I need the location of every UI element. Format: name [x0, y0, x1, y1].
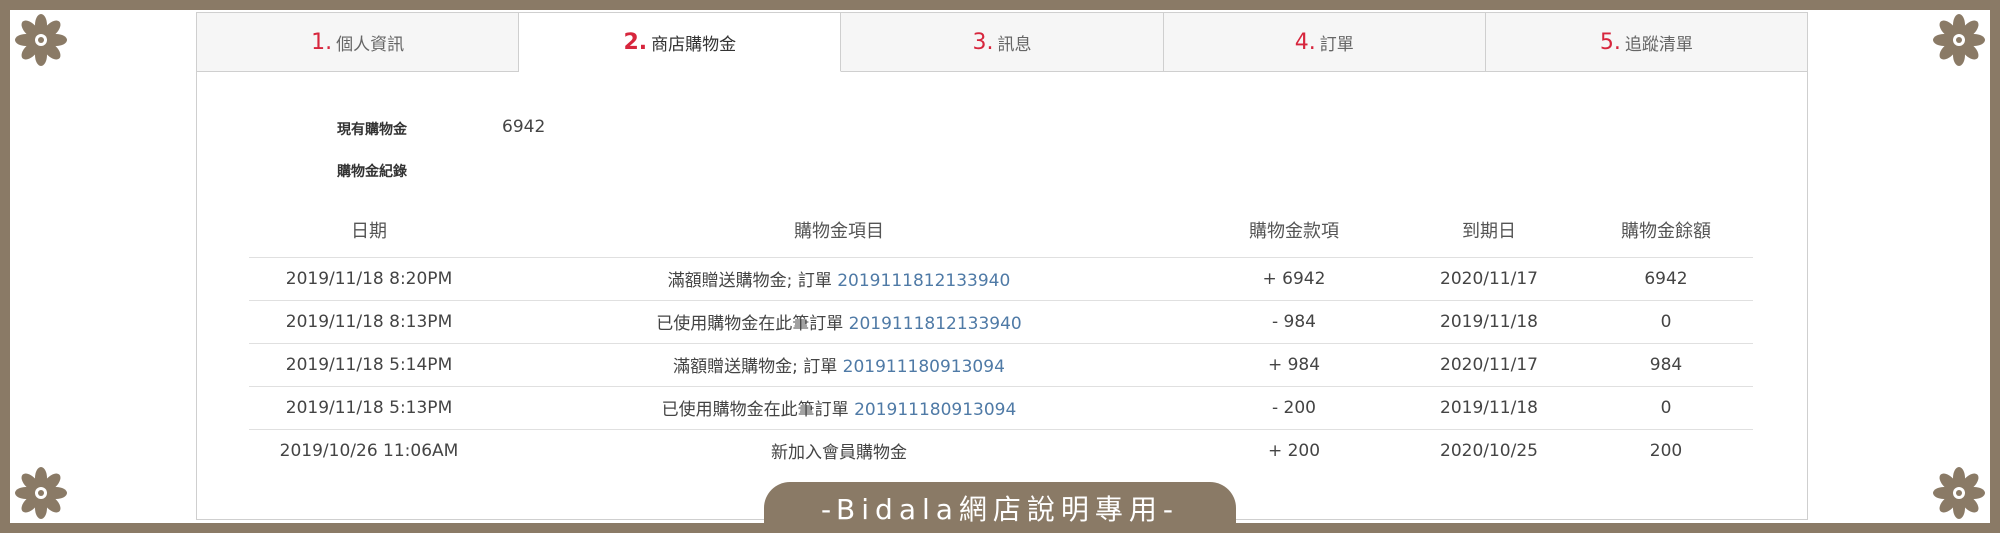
table-header-row: 日期 購物金項目 購物金款項 到期日 購物金餘額 — [249, 203, 1753, 257]
table-row: 2019/11/18 5:13PM 已使用購物金在此筆訂單 2019111809… — [249, 385, 1753, 429]
cell-date: 2019/11/18 5:13PM — [249, 385, 489, 429]
tab-number: 2. — [623, 29, 648, 55]
flower-ornament-icon — [1933, 14, 1985, 66]
tab-number: 3. — [972, 29, 994, 55]
tab-watchlist[interactable]: 5. 追蹤清單 — [1486, 13, 1807, 71]
table-row: 2019/11/18 8:13PM 已使用購物金在此筆訂單 2019111812… — [249, 299, 1753, 343]
balance-label: 現有購物金 — [337, 122, 407, 138]
cell-balance: 0 — [1579, 299, 1753, 343]
cell-amount: + 200 — [1189, 428, 1399, 472]
order-link[interactable]: 201911180913094 — [843, 357, 1005, 377]
column-header-date: 日期 — [351, 220, 387, 242]
watermark-ribbon: -Bidala網店說明專用- — [764, 482, 1236, 533]
tab-profile[interactable]: 1. 個人資訊 — [197, 13, 520, 71]
account-tabs: 1. 個人資訊 2. 商店購物金 3. 訊息 4. 訂單 5. 追蹤清單 — [197, 13, 1807, 72]
tab-number: 5. — [1599, 29, 1621, 55]
flower-ornament-icon — [1933, 467, 1985, 519]
cell-date: 2019/11/18 5:14PM — [249, 342, 489, 386]
item-text: 新加入會員購物金 — [771, 443, 907, 464]
order-link[interactable]: 2019111812133940 — [837, 271, 1010, 291]
cell-item: 新加入會員購物金 — [489, 428, 1189, 472]
cell-date: 2019/10/26 11:06AM — [249, 428, 489, 472]
tab-number: 4. — [1294, 29, 1316, 55]
flower-ornament-icon — [15, 14, 67, 66]
column-header-balance: 購物金餘額 — [1621, 220, 1711, 242]
tab-label: 訊息 — [997, 34, 1032, 55]
cell-expiry: 2020/11/17 — [1399, 256, 1579, 300]
item-text: 已使用購物金在此筆訂單 — [656, 314, 849, 334]
order-link[interactable]: 2019111812133940 — [849, 314, 1022, 334]
history-label: 購物金紀錄 — [337, 164, 407, 180]
table-row: 2019/10/26 11:06AM 新加入會員購物金 + 200 2020/1… — [249, 428, 1753, 472]
cell-item: 滿額贈送購物金; 訂單 2019111812133940 — [489, 256, 1189, 300]
item-text: 滿額贈送購物金; 訂單 — [667, 271, 838, 291]
cell-item: 滿額贈送購物金; 訂單 201911180913094 — [489, 342, 1189, 386]
cell-date: 2019/11/18 8:20PM — [249, 256, 489, 300]
tab-number: 1. — [311, 29, 333, 55]
account-panel: 1. 個人資訊 2. 商店購物金 3. 訊息 4. 訂單 5. 追蹤清單 現有購… — [196, 12, 1808, 520]
cell-amount: - 984 — [1189, 299, 1399, 343]
tab-label: 追蹤清單 — [1624, 34, 1693, 55]
table-row: 2019/11/18 5:14PM 滿額贈送購物金; 訂單 2019111809… — [249, 342, 1753, 386]
balance-value: 6942 — [502, 117, 546, 137]
cell-expiry: 2019/11/18 — [1399, 299, 1579, 343]
tab-label: 訂單 — [1319, 34, 1354, 55]
credit-summary: 現有購物金 6942 購物金紀錄 — [197, 113, 1807, 197]
order-link[interactable]: 201911180913094 — [854, 400, 1016, 420]
column-header-amount: 購物金款項 — [1249, 220, 1339, 242]
cell-balance: 6942 — [1579, 256, 1753, 300]
item-text: 滿額贈送購物金; 訂單 — [673, 357, 843, 377]
cell-balance: 0 — [1579, 385, 1753, 429]
tab-label: 商店購物金 — [651, 34, 737, 55]
cell-amount: - 200 — [1189, 385, 1399, 429]
cell-item: 已使用購物金在此筆訂單 2019111812133940 — [489, 299, 1189, 343]
cell-amount: + 984 — [1189, 342, 1399, 386]
tab-store-credit[interactable]: 2. 商店購物金 — [519, 13, 842, 72]
flower-ornament-icon — [15, 467, 67, 519]
cell-expiry: 2019/11/18 — [1399, 385, 1579, 429]
cell-item: 已使用購物金在此筆訂單 201911180913094 — [489, 385, 1189, 429]
column-header-expiry: 到期日 — [1462, 220, 1516, 242]
cell-expiry: 2020/11/17 — [1399, 342, 1579, 386]
table-row: 2019/11/18 8:20PM 滿額贈送購物金; 訂單 2019111812… — [249, 256, 1753, 300]
item-text: 已使用購物金在此筆訂單 — [661, 400, 855, 420]
cell-date: 2019/11/18 8:13PM — [249, 299, 489, 343]
credit-history-table: 日期 購物金項目 購物金款項 到期日 購物金餘額 2019/11/18 8:20… — [249, 203, 1753, 472]
cell-expiry: 2020/10/25 — [1399, 428, 1579, 472]
cell-amount: + 6942 — [1189, 256, 1399, 300]
tab-label: 個人資訊 — [336, 34, 405, 55]
cell-balance: 984 — [1579, 342, 1753, 386]
cell-balance: 200 — [1579, 428, 1753, 472]
tab-orders[interactable]: 4. 訂單 — [1164, 13, 1486, 71]
column-header-item: 購物金項目 — [794, 220, 884, 242]
tab-messages[interactable]: 3. 訊息 — [841, 13, 1164, 71]
